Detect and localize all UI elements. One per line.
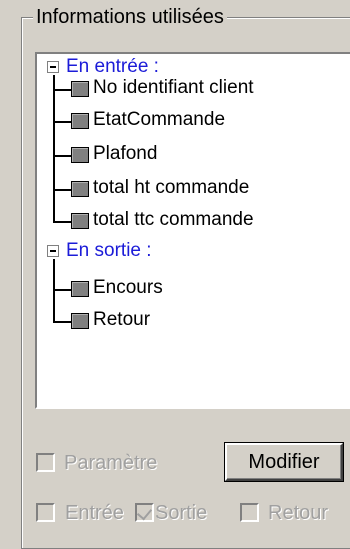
tree-item[interactable]: EtatCommande — [93, 108, 225, 132]
sortie-checkbox[interactable] — [135, 503, 154, 522]
entree-label: Entrée — [65, 502, 124, 524]
entree-checkbox[interactable] — [36, 503, 55, 522]
tree-item[interactable]: Plafond — [93, 142, 157, 166]
tree-connector-line — [53, 75, 55, 223]
tree-item[interactable]: No identifiant client — [93, 76, 254, 100]
retour-checkbox[interactable] — [240, 503, 259, 522]
field-icon — [71, 281, 89, 297]
field-icon — [71, 147, 89, 163]
field-icon — [71, 113, 89, 129]
modifier-button[interactable]: Modifier — [224, 442, 344, 482]
tree-category-outputs[interactable]: En sortie : — [66, 239, 152, 263]
groupbox-title: Informations utilisées — [33, 4, 227, 30]
parametre-checkbox[interactable] — [36, 453, 55, 472]
field-icon — [71, 181, 89, 197]
checkmark-icon — [136, 504, 153, 521]
tree-connector-line — [53, 259, 55, 323]
sortie-label: Sortie — [155, 502, 208, 524]
collapse-icon[interactable] — [47, 245, 59, 257]
collapse-icon[interactable] — [47, 61, 59, 73]
field-icon — [71, 81, 89, 97]
retour-label: Retour — [268, 502, 329, 524]
tree-item[interactable]: Encours — [93, 276, 163, 300]
field-icon — [71, 313, 89, 329]
parametre-label: Paramètre — [64, 452, 158, 474]
variables-tree[interactable]: En entrée : No identifiant client EtatCo… — [35, 52, 350, 409]
field-icon — [71, 213, 89, 229]
tree-item[interactable]: total ttc commande — [93, 208, 254, 232]
tree-item[interactable]: Retour — [93, 308, 150, 332]
tree-item[interactable]: total ht commande — [93, 176, 249, 200]
